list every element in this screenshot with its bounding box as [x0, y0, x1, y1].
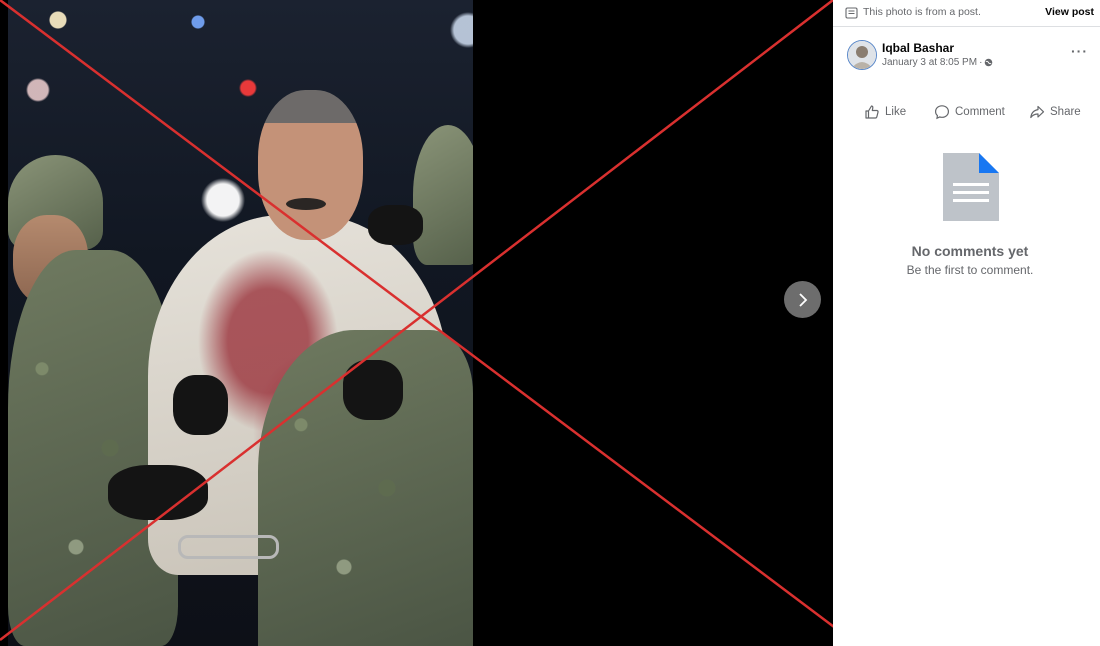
- view-post-link[interactable]: View post: [1045, 6, 1094, 18]
- post-banner: This photo is from a post. View post: [833, 0, 1100, 27]
- glove: [368, 205, 423, 245]
- share-button[interactable]: Share: [1029, 104, 1081, 120]
- avatar[interactable]: [847, 40, 877, 70]
- meta-separator: ·: [979, 57, 983, 68]
- post-icon: [845, 6, 858, 24]
- globe-icon: [985, 58, 993, 67]
- chevron-right-icon: [798, 292, 807, 307]
- no-comments-title: No comments yet: [911, 243, 1029, 259]
- more-options-button[interactable]: ···: [1071, 43, 1088, 59]
- thumbs-up-icon: [865, 105, 879, 119]
- document-icon: [943, 153, 999, 221]
- banner-text: This photo is from a post.: [863, 6, 981, 18]
- glove: [343, 360, 403, 420]
- next-photo-button[interactable]: [784, 281, 821, 318]
- post-side-panel: This photo is from a post. View post Iqb…: [833, 0, 1100, 646]
- post-timestamp[interactable]: January 3 at 8:05 PM: [882, 57, 977, 68]
- comment-button[interactable]: Comment: [934, 104, 1005, 120]
- soldier-helmet-right: [413, 125, 473, 265]
- like-label: Like: [885, 106, 907, 118]
- post-actions: Like Comment Share: [833, 100, 1100, 126]
- post-photo: [8, 0, 473, 646]
- detained-man-head: [258, 90, 363, 240]
- avatar-image: [848, 41, 876, 69]
- post-author[interactable]: Iqbal Bashar: [882, 41, 954, 55]
- detained-man-mustache: [286, 198, 326, 210]
- like-button[interactable]: Like: [864, 104, 906, 120]
- share-arrow-icon: [1030, 105, 1045, 119]
- glove: [173, 375, 228, 435]
- no-comments-subtitle: Be the first to comment.: [906, 263, 1034, 277]
- more-icon: ···: [1071, 43, 1088, 59]
- comment-label: Comment: [955, 106, 1005, 118]
- handcuffs: [178, 535, 279, 559]
- comment-bubble-icon: [934, 105, 950, 120]
- post-meta: January 3 at 8:05 PM ·: [882, 57, 993, 68]
- photo-viewer: [0, 0, 833, 646]
- share-label: Share: [1050, 106, 1081, 118]
- glove: [108, 465, 208, 520]
